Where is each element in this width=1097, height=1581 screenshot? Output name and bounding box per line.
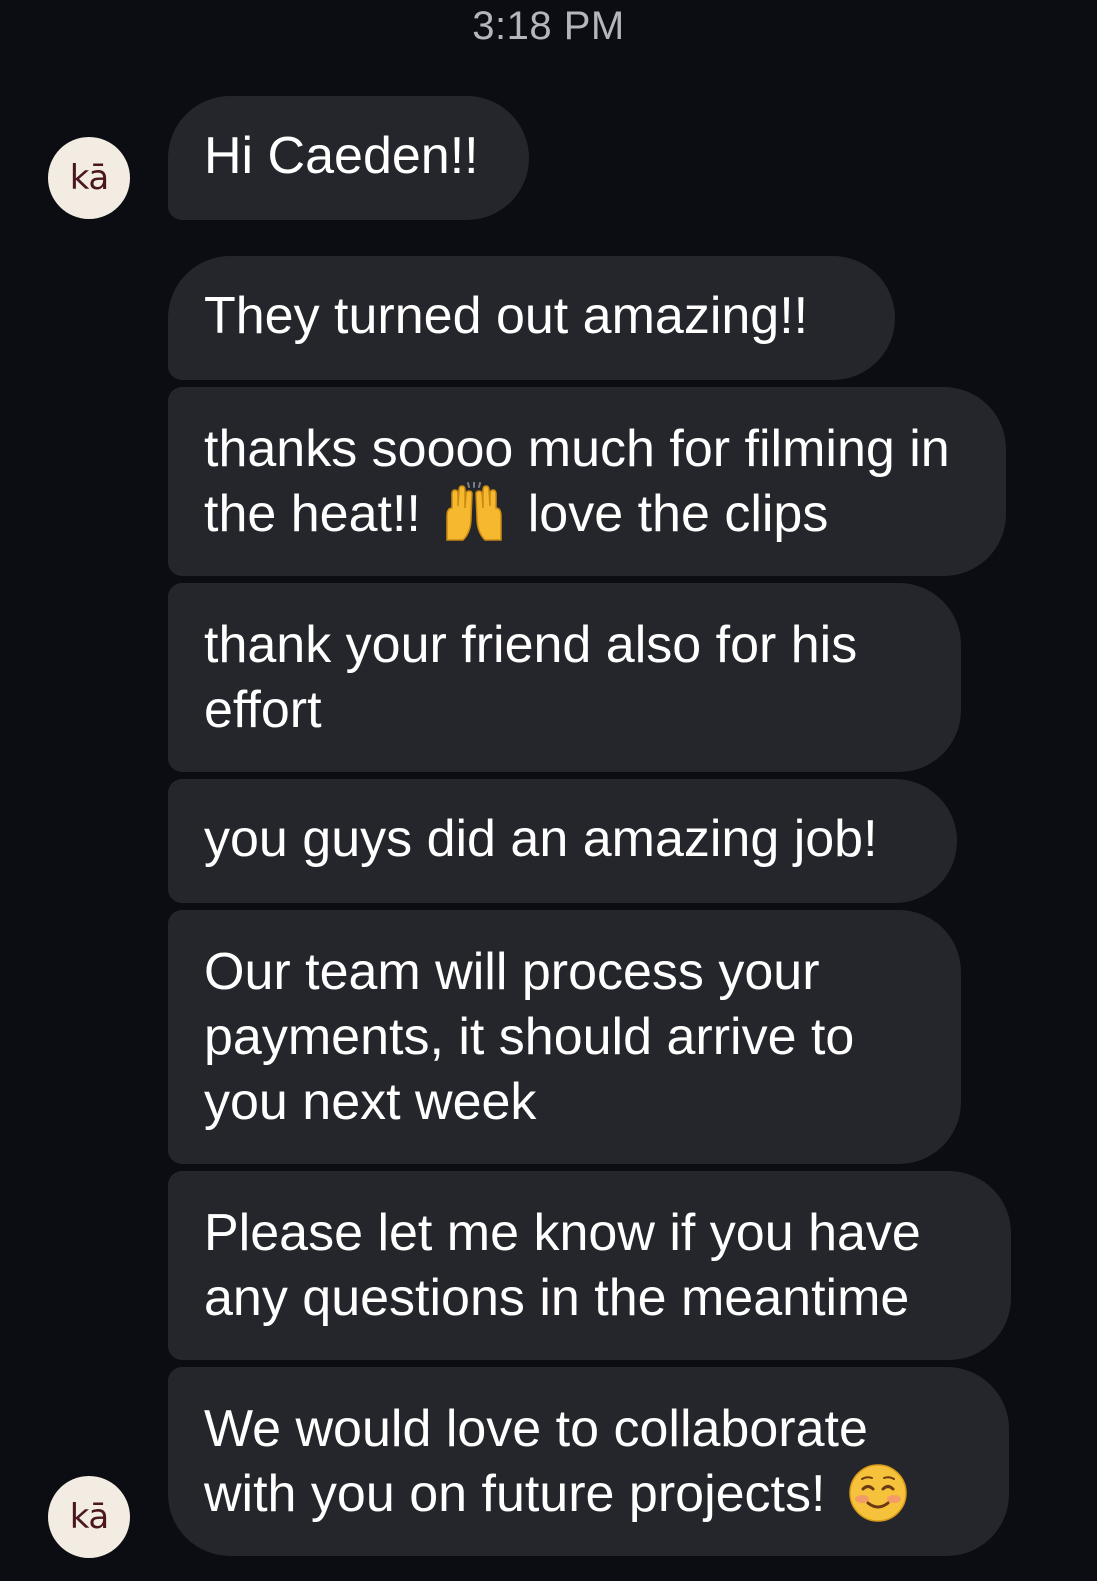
message-text: you guys did an amazing job! bbox=[204, 810, 878, 868]
message-text: We would love to collaborate with you on… bbox=[204, 1400, 868, 1523]
message-bubble[interactable]: We would love to collaborate with you on… bbox=[168, 1367, 1009, 1556]
message-bubble[interactable]: They turned out amazing!! bbox=[168, 256, 895, 380]
sender-avatar[interactable]: kā bbox=[48, 1476, 130, 1558]
raising-hands-emoji bbox=[446, 482, 503, 542]
message-bubble[interactable]: thanks soooo much for filming in the hea… bbox=[168, 387, 1006, 576]
avatar-label: kā bbox=[69, 1497, 110, 1537]
message-bubble[interactable]: Please let me know if you have any quest… bbox=[168, 1171, 1011, 1360]
message-text: love the clips bbox=[527, 485, 829, 543]
chat-timestamp: 3:18 PM bbox=[472, 4, 625, 48]
message-bubble[interactable]: Hi Caeden!! bbox=[168, 96, 529, 220]
message-text: Please let me know if you have any quest… bbox=[204, 1204, 921, 1327]
message-text: They turned out amazing!! bbox=[204, 287, 809, 345]
message-bubble[interactable]: thank your friend also for his effort bbox=[168, 583, 961, 772]
avatar-label: kā bbox=[69, 158, 110, 198]
message-text: Hi Caeden!! bbox=[204, 127, 479, 185]
message-bubble[interactable]: you guys did an amazing job! bbox=[168, 779, 957, 903]
message-text: Our team will process your payments, it … bbox=[204, 943, 855, 1131]
message-thread: Hi Caeden!! They turned out amazing!! th… bbox=[168, 96, 1068, 1563]
message-text: thank your friend also for his effort bbox=[204, 616, 858, 739]
smiling-face-emoji bbox=[849, 1464, 907, 1523]
sender-avatar[interactable]: kā bbox=[48, 137, 130, 219]
message-bubble[interactable]: Our team will process your payments, it … bbox=[168, 910, 961, 1164]
